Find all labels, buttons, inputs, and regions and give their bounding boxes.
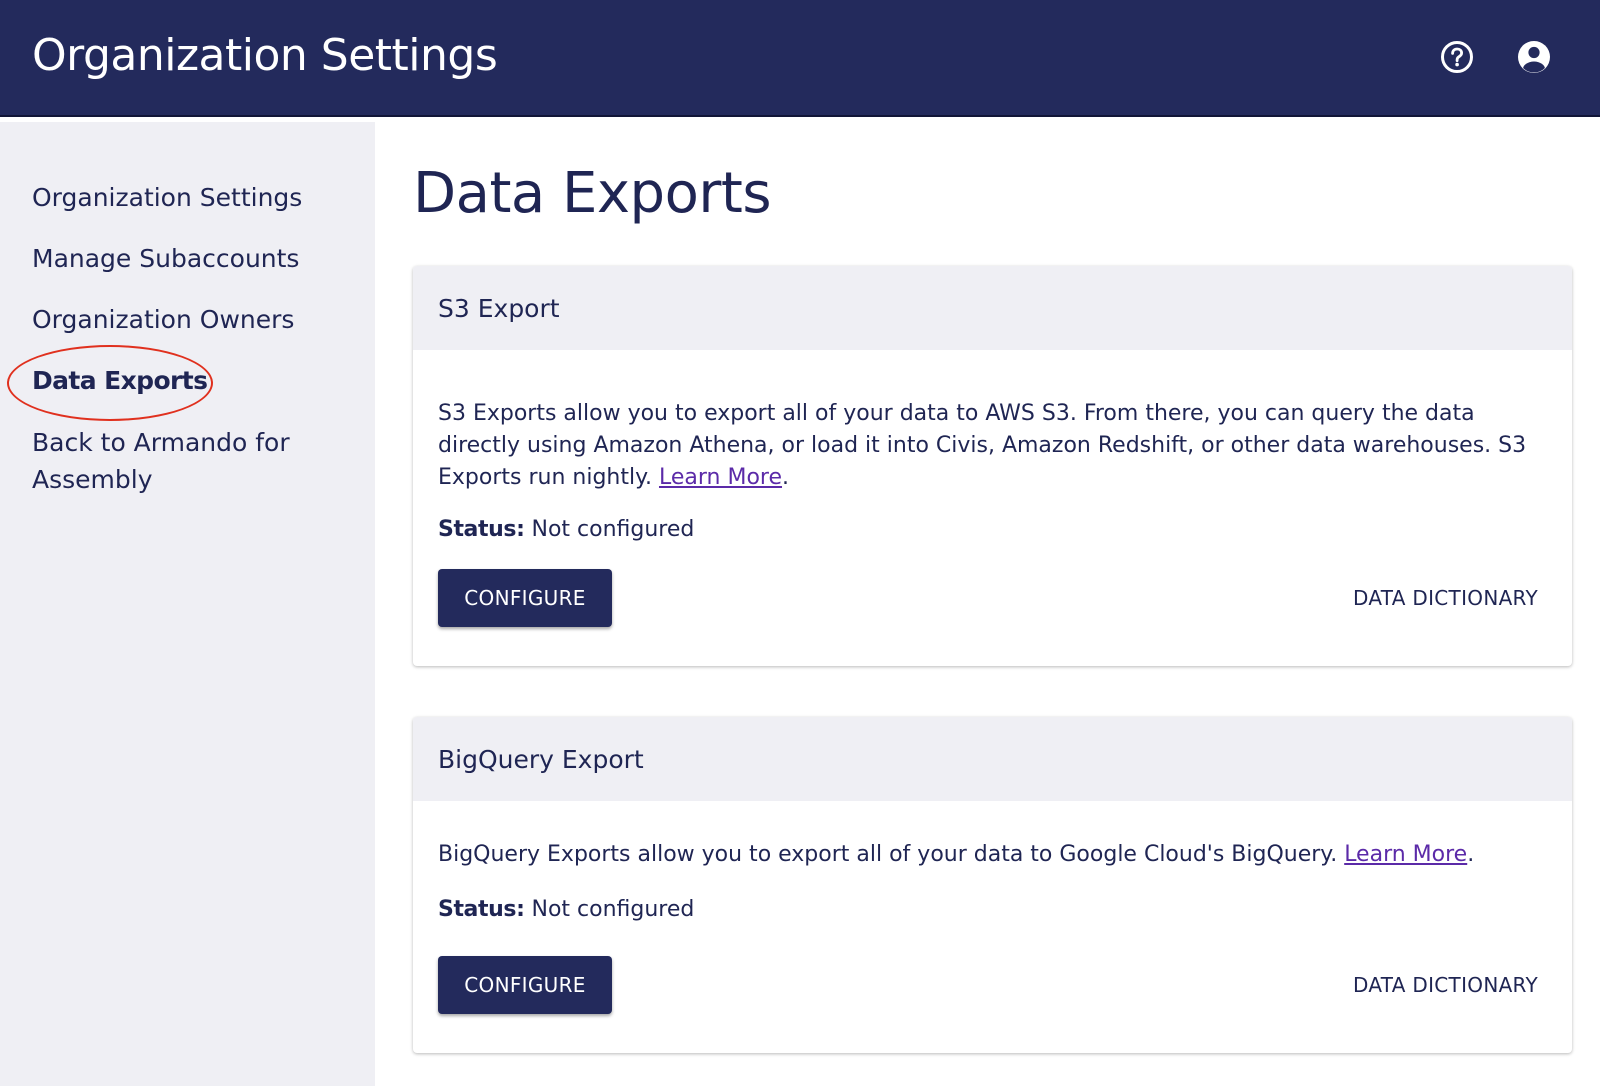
data-dictionary-button[interactable]: DATA DICTIONARY [1353, 956, 1538, 1014]
s3-export-card: S3 Export S3 Exports allow you to export… [413, 266, 1572, 666]
highlight-annotation [7, 345, 213, 421]
status-value: Not configured [531, 517, 695, 542]
description-suffix: . [1467, 842, 1475, 867]
bigquery-export-card: BigQuery Export BigQuery Exports allow y… [413, 717, 1572, 1053]
sidebar-item-back-to-armando[interactable]: Back to Armando for Assembly [32, 424, 322, 498]
description-text: S3 Exports allow you to export all of yo… [438, 401, 1527, 490]
sidebar-item-manage-subaccounts[interactable]: Manage Subaccounts [32, 240, 352, 277]
status-line: Status: Not configured [438, 894, 694, 926]
card-title: BigQuery Export [438, 744, 644, 774]
card-description: S3 Exports allow you to export all of yo… [438, 398, 1550, 494]
account-circle-icon [1518, 41, 1550, 73]
sidebar-item-organization-settings[interactable]: Organization Settings [32, 179, 352, 216]
data-dictionary-button[interactable]: DATA DICTIONARY [1353, 569, 1538, 627]
status-label: Status: [438, 897, 525, 922]
learn-more-link[interactable]: Learn More [1344, 842, 1467, 867]
card-header: S3 Export [413, 266, 1572, 350]
status-line: Status: Not configured [438, 514, 694, 546]
card-header: BigQuery Export [413, 717, 1572, 801]
configure-button[interactable]: CONFIGURE [438, 569, 612, 627]
description-text: BigQuery Exports allow you to export all… [438, 842, 1338, 867]
app-title: Organization Settings [32, 30, 498, 81]
page-title: Data Exports [413, 161, 772, 226]
status-value: Not configured [531, 897, 695, 922]
app-header: Organization Settings [0, 0, 1600, 117]
learn-more-link[interactable]: Learn More [659, 465, 782, 490]
card-description: BigQuery Exports allow you to export all… [438, 839, 1550, 871]
help-button[interactable] [1437, 37, 1477, 77]
description-suffix: . [782, 465, 790, 490]
status-label: Status: [438, 517, 525, 542]
sidebar: Organization Settings Manage Subaccounts… [0, 122, 375, 1086]
help-circle-icon [1441, 41, 1473, 73]
account-button[interactable] [1514, 37, 1554, 77]
card-title: S3 Export [438, 293, 560, 323]
sidebar-item-organization-owners[interactable]: Organization Owners [32, 301, 352, 338]
configure-button[interactable]: CONFIGURE [438, 956, 612, 1014]
